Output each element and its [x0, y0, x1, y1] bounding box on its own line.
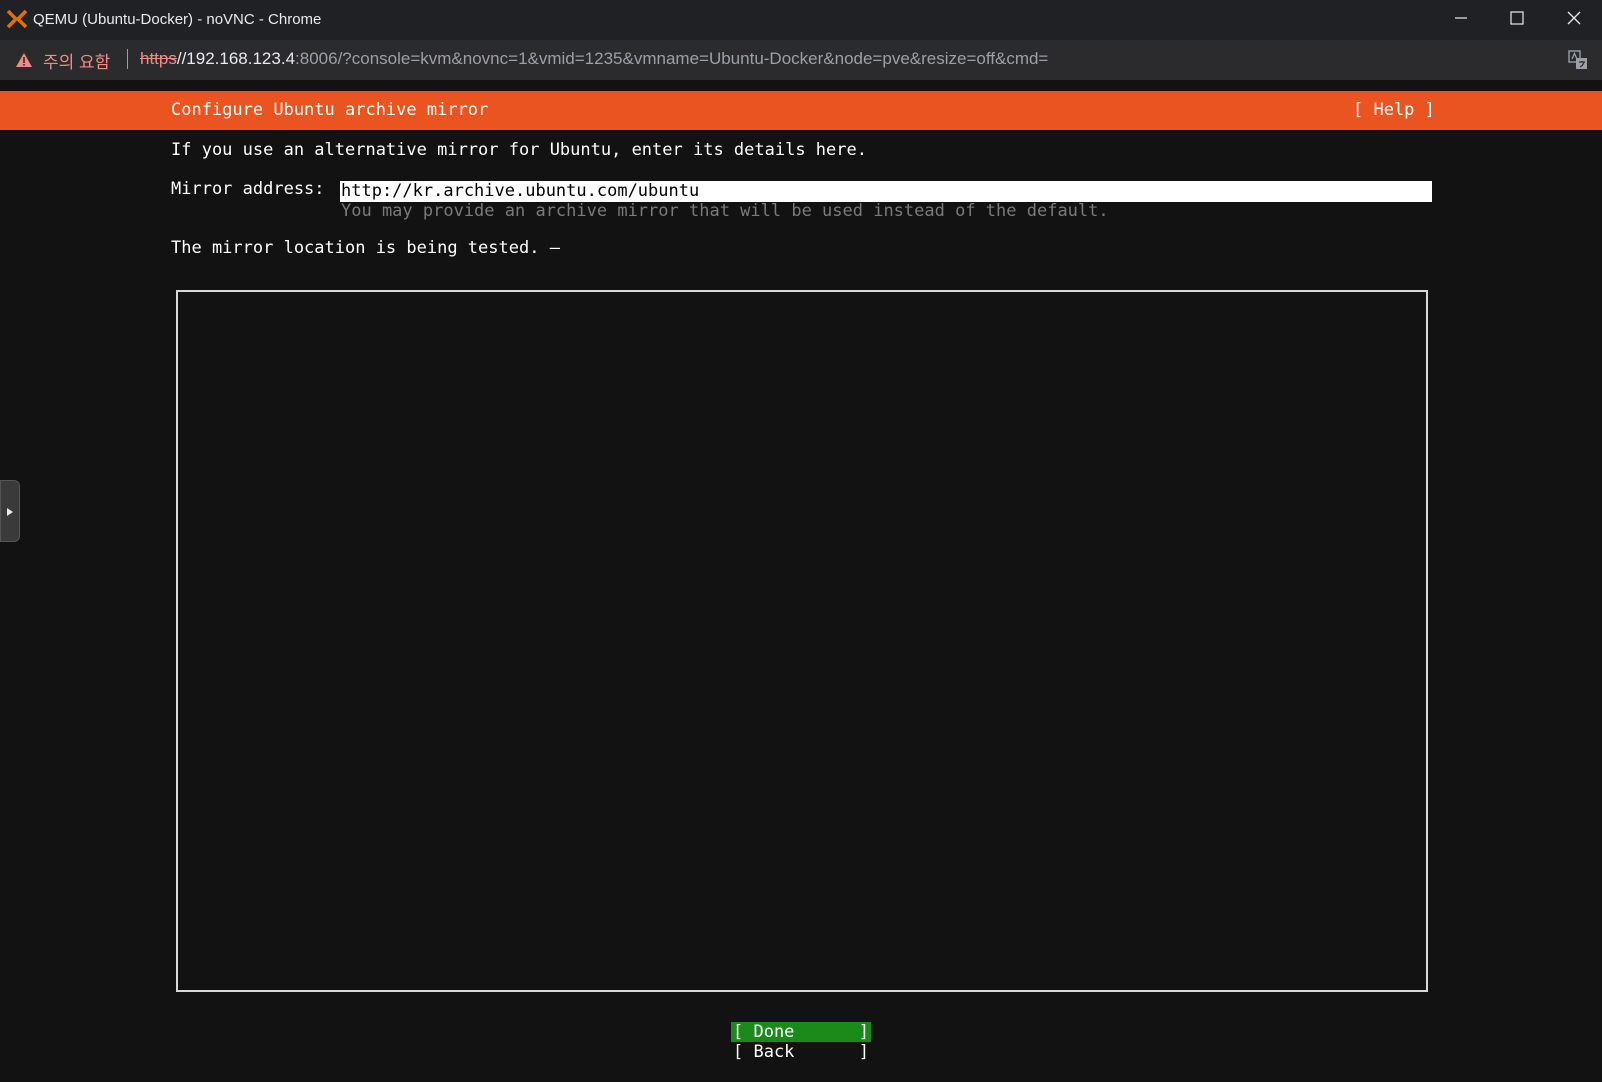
intro-text: If you use an alternative mirror for Ubu…: [171, 140, 867, 160]
url-path: :8006/?console=kvm&novnc=1&vmid=1235&vmn…: [295, 49, 1049, 68]
proxmox-icon: [6, 9, 28, 29]
divider: [127, 49, 128, 69]
mirror-address-input[interactable]: [340, 181, 1432, 202]
address-bar[interactable]: 주의 요함 https//192.168.123.4:8006/?console…: [0, 40, 1602, 80]
back-button-label: [ Back: [733, 1042, 795, 1062]
done-button-bracket: ]: [858, 1022, 869, 1042]
minimize-icon: [1454, 11, 1468, 29]
mirror-test-log[interactable]: [176, 290, 1428, 992]
status-text: The mirror location is being tested. –: [171, 238, 560, 258]
maximize-button[interactable]: [1489, 0, 1545, 40]
close-button[interactable]: [1546, 0, 1602, 40]
mirror-address-label: Mirror address:: [171, 179, 325, 199]
page-title: Configure Ubuntu archive mirror: [171, 100, 489, 120]
minimize-button[interactable]: [1433, 0, 1489, 40]
done-button-label: [ Done: [733, 1022, 795, 1042]
back-button[interactable]: [ Back ]: [731, 1042, 871, 1062]
translate-icon[interactable]: [1568, 50, 1588, 70]
help-button[interactable]: [ Help ]: [1353, 100, 1435, 120]
novnc-control-bar-handle[interactable]: [0, 480, 20, 542]
url-text[interactable]: https//192.168.123.4:8006/?console=kvm&n…: [140, 49, 1048, 69]
vnc-console[interactable]: Configure Ubuntu archive mirror [ Help ]…: [0, 80, 1602, 1082]
maximize-icon: [1510, 11, 1524, 29]
browser-title-bar: QEMU (Ubuntu-Docker) - noVNC - Chrome: [0, 0, 1602, 40]
window-title: QEMU (Ubuntu-Docker) - noVNC - Chrome: [33, 11, 322, 28]
installer-header: Configure Ubuntu archive mirror [ Help ]: [0, 91, 1602, 130]
mirror-hint: You may provide an archive mirror that w…: [341, 201, 1109, 221]
url-host: //192.168.123.4: [176, 49, 296, 68]
url-scheme: https: [140, 49, 177, 68]
chevron-right-icon: [6, 502, 14, 521]
security-warning-label[interactable]: 주의 요함: [43, 48, 110, 73]
back-button-bracket: ]: [858, 1042, 869, 1062]
warning-icon[interactable]: [15, 52, 33, 68]
close-icon: [1567, 11, 1581, 29]
done-button[interactable]: [ Done ]: [731, 1022, 871, 1042]
